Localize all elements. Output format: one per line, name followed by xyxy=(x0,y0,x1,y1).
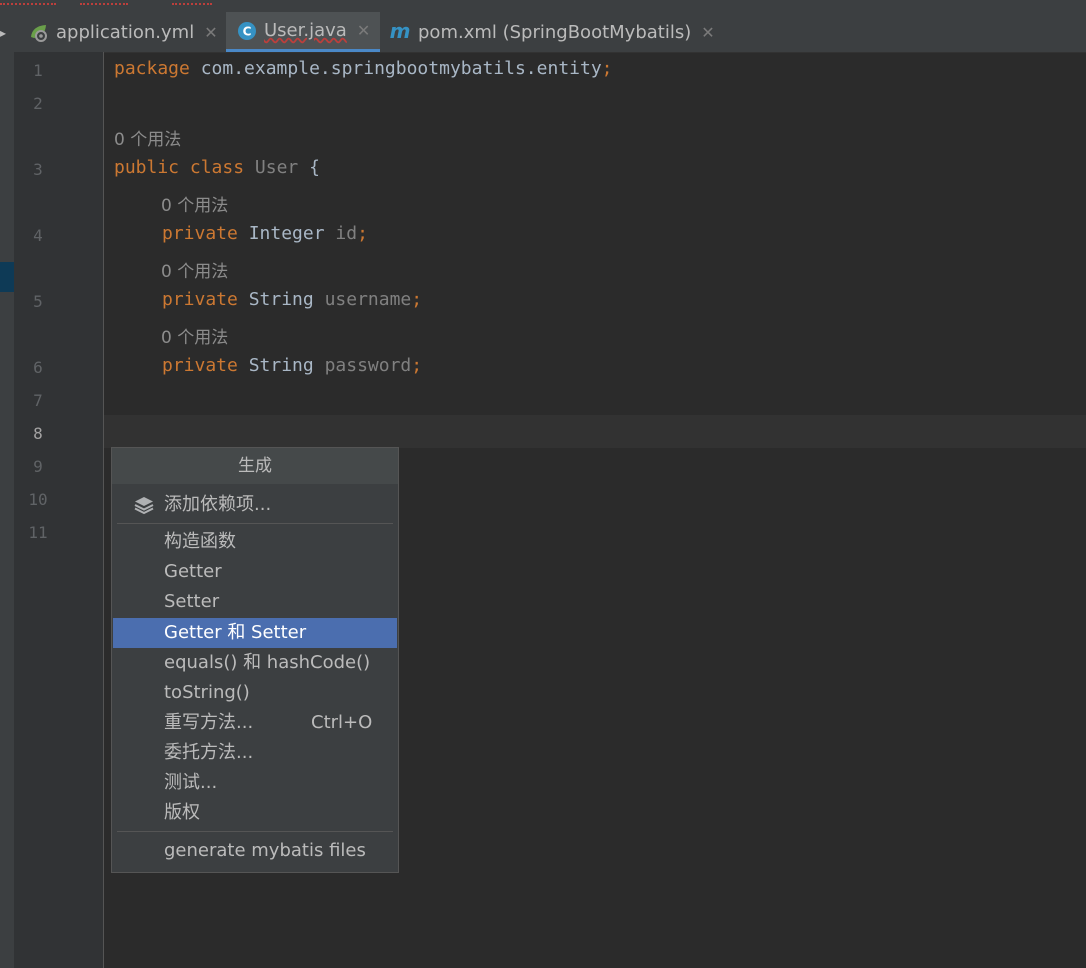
code-line-class[interactable]: public class User { xyxy=(114,157,320,178)
semicolon: ; xyxy=(357,223,368,244)
line-number: 2 xyxy=(33,94,43,113)
menu-item-label: equals() 和 hashCode() xyxy=(164,652,371,673)
current-line-highlight xyxy=(104,415,1086,448)
tool-window-strip xyxy=(0,52,14,968)
close-icon[interactable]: ✕ xyxy=(204,23,217,42)
tab-label: pom.xml (SpringBootMybatils) xyxy=(418,21,692,43)
menu-item-getter-and-setter[interactable]: Getter 和 Setter xyxy=(113,618,397,648)
popup-title: 生成 xyxy=(112,448,398,484)
menu-item-add-dependency[interactable]: 添加依赖项... xyxy=(113,490,397,520)
tab-application-yml[interactable]: application.yml ✕ xyxy=(28,12,218,52)
top-toolbar-strip xyxy=(0,0,1086,12)
structure-marker[interactable] xyxy=(0,262,14,292)
field-name: username xyxy=(324,289,412,310)
generate-popup-menu: 生成 添加依赖项... 构造函数 Getter Setter Getter 和 … xyxy=(111,447,399,873)
menu-separator xyxy=(117,523,393,524)
menu-item-label: generate mybatis files xyxy=(164,840,366,861)
menu-item-setter[interactable]: Setter xyxy=(113,587,397,617)
menu-item-generate-mybatis-files[interactable]: generate mybatis files xyxy=(113,836,397,866)
keyword: private xyxy=(162,355,238,376)
line-number: 6 xyxy=(33,358,43,377)
line-number-gutter xyxy=(14,52,104,968)
code-line-field[interactable]: private String password; xyxy=(162,355,422,376)
menu-item-label: 构造函数 xyxy=(164,531,236,552)
menu-item-label: Getter 和 Setter xyxy=(164,622,307,643)
menu-item-label: Setter xyxy=(164,591,220,612)
field-type: String xyxy=(248,289,314,310)
brace: { xyxy=(309,157,320,178)
menu-item-copyright[interactable]: 版权 xyxy=(113,798,397,828)
tab-label: User.java xyxy=(264,20,347,41)
usage-hint[interactable]: 0 个用法 xyxy=(161,191,228,216)
keyword: package xyxy=(114,58,190,79)
menu-item-label: toString() xyxy=(164,682,250,703)
tab-user-java[interactable]: C User.java ✕ xyxy=(226,12,381,52)
menu-item-label: 测试... xyxy=(164,772,218,793)
error-squiggle xyxy=(0,0,56,5)
field-name: id xyxy=(335,223,358,244)
menu-item-label: 委托方法... xyxy=(164,742,254,763)
code-line-package[interactable]: package com.example.springbootmybatils.e… xyxy=(114,58,613,79)
line-number: 3 xyxy=(33,160,43,179)
code-line-field[interactable]: private String username; xyxy=(162,289,422,310)
close-icon[interactable]: ✕ xyxy=(357,21,370,40)
menu-item-getter[interactable]: Getter xyxy=(113,557,397,587)
menu-item-label: 重写方法... xyxy=(164,712,254,733)
menu-item-label: Getter xyxy=(164,561,222,582)
field-name: password xyxy=(324,355,412,376)
semicolon: ; xyxy=(601,58,613,79)
tab-pom-xml[interactable]: m pom.xml (SpringBootMybatils) ✕ xyxy=(388,12,715,52)
line-number: 10 xyxy=(28,490,48,509)
line-number: 11 xyxy=(28,523,48,542)
menu-item-label: 添加依赖项... xyxy=(164,494,272,515)
line-number: 1 xyxy=(33,61,43,80)
spring-yaml-icon xyxy=(28,21,50,43)
menu-item-override-methods[interactable]: 重写方法... Ctrl+O xyxy=(113,708,397,738)
line-number: 4 xyxy=(33,226,43,245)
menu-item-label: 版权 xyxy=(164,802,200,823)
tab-label: application.yml xyxy=(56,21,195,43)
menu-separator xyxy=(117,831,393,832)
menu-item-shortcut: Ctrl+O xyxy=(311,712,373,733)
error-squiggle xyxy=(172,0,212,5)
gutter-divider xyxy=(103,52,104,968)
usage-hint[interactable]: 0 个用法 xyxy=(161,323,228,348)
code-line-field[interactable]: private Integer id; xyxy=(162,223,368,244)
semicolon: ; xyxy=(411,355,423,376)
field-type: String xyxy=(248,355,314,376)
line-number: 5 xyxy=(33,292,43,311)
menu-item-test[interactable]: 测试... xyxy=(113,768,397,798)
layers-icon xyxy=(133,495,155,525)
semicolon: ; xyxy=(411,289,423,310)
close-icon[interactable]: ✕ xyxy=(701,23,714,42)
field-type: Integer xyxy=(248,223,325,244)
usage-hint[interactable]: 0 个用法 xyxy=(114,125,181,150)
menu-item-constructor[interactable]: 构造函数 xyxy=(113,527,397,557)
keyword: class xyxy=(189,157,245,178)
tab-scroll-chevron-icon[interactable]: ▸ xyxy=(0,26,6,40)
java-class-icon: C xyxy=(236,20,258,42)
menu-item-delegate-methods[interactable]: 委托方法... xyxy=(113,738,397,768)
svg-text:C: C xyxy=(243,24,252,38)
keyword: private xyxy=(162,223,238,244)
class-name: User xyxy=(254,157,299,178)
line-number: 7 xyxy=(33,391,43,410)
keyword: public xyxy=(114,157,180,178)
svg-text:m: m xyxy=(390,21,411,43)
maven-icon: m xyxy=(388,19,412,43)
menu-item-tostring[interactable]: toString() xyxy=(113,678,397,708)
error-squiggle xyxy=(80,0,128,5)
line-number: 8 xyxy=(33,424,43,443)
usage-hint[interactable]: 0 个用法 xyxy=(161,257,228,282)
package-name: com.example.springbootmybatils.entity xyxy=(189,58,602,79)
line-number: 9 xyxy=(33,457,43,476)
keyword: private xyxy=(162,289,238,310)
menu-item-equals-hashcode[interactable]: equals() 和 hashCode() xyxy=(113,648,397,678)
